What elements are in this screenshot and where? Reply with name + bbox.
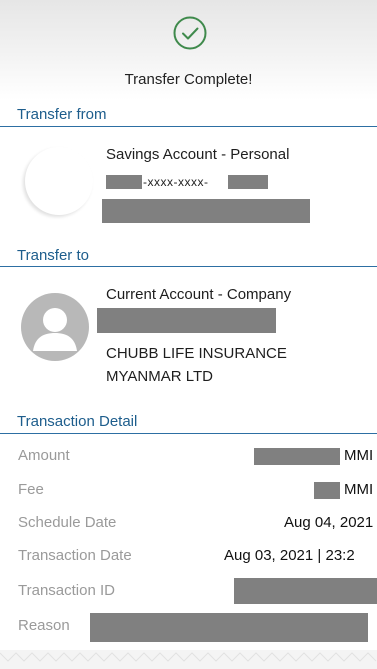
payee-avatar <box>21 293 89 361</box>
transfer-from-heading: Transfer from <box>17 106 107 123</box>
transfer-complete-title: Transfer Complete! <box>124 71 253 88</box>
redacted-block <box>314 482 340 499</box>
transaction-date-value: Aug 03, 2021 | 23:2 <box>224 547 355 564</box>
redacted-block <box>106 175 142 189</box>
redacted-block <box>254 448 340 465</box>
transaction-id-label: Transaction ID <box>18 582 115 599</box>
redacted-block <box>234 578 377 604</box>
schedule-date-label: Schedule Date <box>18 514 117 531</box>
section-divider <box>0 126 377 127</box>
receipt-zigzag-edge <box>0 650 377 669</box>
transaction-date-label: Transaction Date <box>18 547 132 564</box>
sender-account-name: Savings Account - Personal <box>106 146 290 163</box>
fee-label: Fee <box>18 481 44 498</box>
payee-account-type: Current Account - Company <box>106 286 292 303</box>
sender-avatar <box>25 147 93 215</box>
payee-name-line1: CHUBB LIFE INSURANCE <box>106 345 287 362</box>
transaction-detail-heading: Transaction Detail <box>17 413 138 430</box>
section-divider <box>0 433 377 434</box>
payee-name-line2: MYANMAR LTD <box>106 368 213 385</box>
section-divider <box>0 266 377 267</box>
redacted-block <box>97 308 276 333</box>
amount-currency: MMI <box>344 447 374 464</box>
sender-account-number: -xxxx-xxxx- <box>143 175 209 189</box>
amount-label: Amount <box>18 447 70 464</box>
schedule-date-value: Aug 04, 2021 <box>284 514 374 531</box>
transfer-to-heading: Transfer to <box>17 247 89 264</box>
reason-label: Reason <box>18 617 70 634</box>
redacted-block <box>90 613 368 642</box>
redacted-block <box>228 175 268 189</box>
person-icon <box>33 308 77 351</box>
redacted-block <box>102 199 310 223</box>
fee-currency: MMI <box>344 481 374 498</box>
check-circle-icon <box>173 16 207 50</box>
receipt-header: Transfer Complete! <box>0 0 377 100</box>
